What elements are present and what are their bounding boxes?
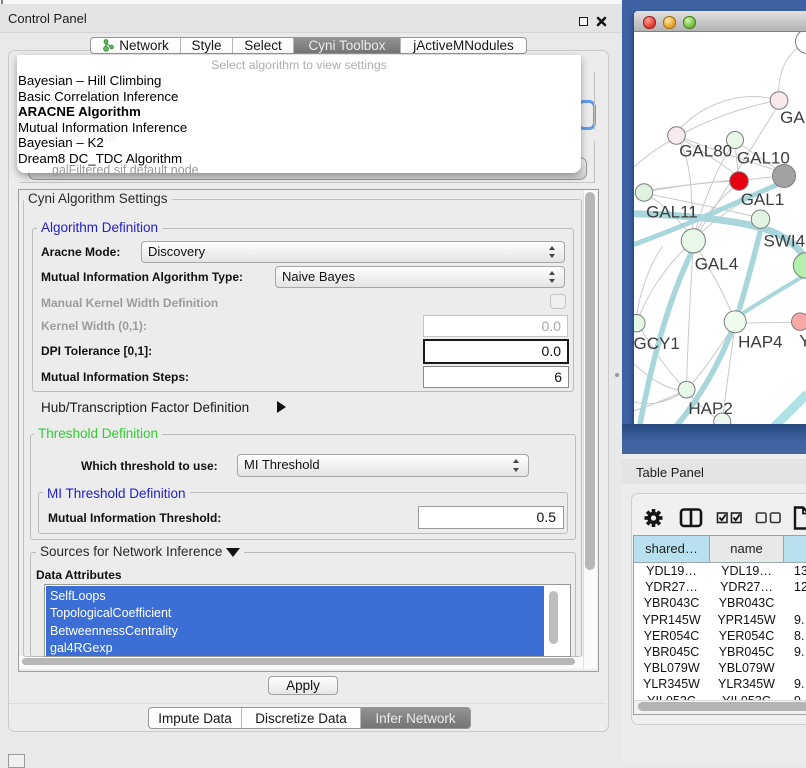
svg-text:SWI4: SWI4 [763,231,805,250]
svg-text:GCY1: GCY1 [634,334,680,353]
svg-text:GAL7: GAL7 [780,108,806,127]
svg-text:GAL4: GAL4 [694,254,737,273]
svg-text:HAP4: HAP4 [738,332,782,351]
svg-text:Y: Y [799,331,806,350]
svg-text:HAP2: HAP2 [688,399,732,418]
svg-text:GAL10: GAL10 [736,148,789,167]
svg-text:GAL1: GAL1 [740,190,783,209]
svg-text:GAL80: GAL80 [679,141,732,160]
svg-text:GAL11: GAL11 [646,202,698,221]
